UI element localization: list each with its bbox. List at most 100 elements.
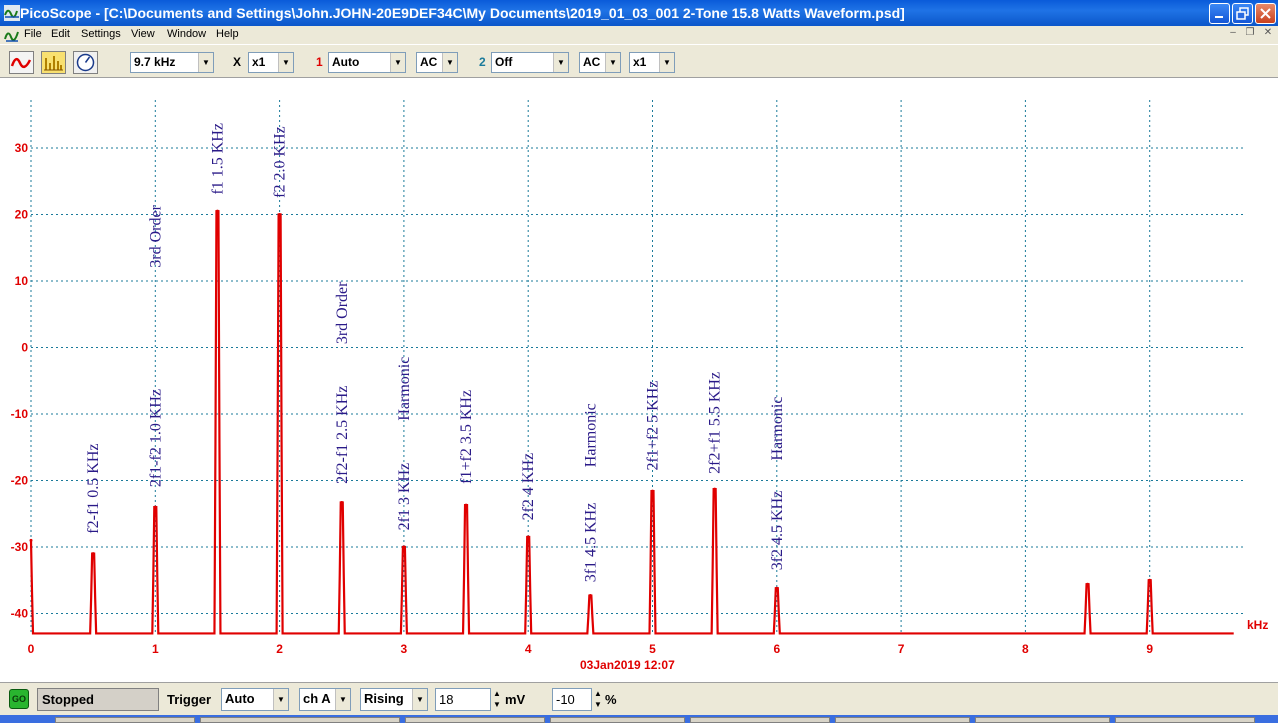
channel2-multiplier-select[interactable]: x1 ▼ — [629, 52, 675, 73]
spectrum-peak — [775, 586, 779, 590]
mdi-restore-icon[interactable]: ❐ — [1243, 27, 1257, 41]
status-text: Stopped — [42, 692, 94, 707]
taskbar-button[interactable] — [975, 717, 1110, 723]
peak-annotation: 3f2 4.5 KHz — [769, 491, 786, 571]
spectrum-peak — [153, 505, 157, 509]
spectrum-mode-button[interactable] — [41, 51, 66, 74]
spectrum-peak — [215, 209, 219, 213]
spectrum-peak — [526, 535, 530, 539]
restore-button[interactable] — [1232, 3, 1253, 24]
pretrigger-value: -10 — [556, 692, 575, 707]
chevron-down-icon[interactable]: ▼ — [412, 689, 427, 710]
spectrum-peak — [402, 545, 406, 549]
channel2-multiplier-value: x1 — [633, 55, 647, 69]
spectrum-peak — [713, 487, 717, 491]
taskbar-button[interactable] — [55, 717, 195, 723]
taskbar-button[interactable] — [200, 717, 400, 723]
pretrigger-input[interactable]: -10 — [552, 688, 592, 711]
taskbar-button[interactable] — [405, 717, 545, 723]
taskbar-button[interactable] — [550, 717, 685, 723]
capture-timestamp: 03Jan2019 12:07 — [580, 658, 675, 672]
menu-help[interactable]: Help — [216, 28, 239, 40]
x-tick-label: 6 — [773, 642, 780, 656]
spectrum-peak — [29, 538, 33, 542]
go-button[interactable]: GO — [9, 689, 29, 709]
menu-settings[interactable]: Settings — [81, 28, 121, 40]
channel2-range-value: Off — [495, 55, 513, 69]
channel1-label: 1 — [316, 55, 323, 69]
document-waveform-icon[interactable] — [4, 27, 20, 43]
menu-edit[interactable]: Edit — [51, 28, 70, 40]
y-tick-label: -20 — [11, 474, 29, 488]
channel1-coupling-select[interactable]: AC ▼ — [416, 52, 458, 73]
trigger-channel-select[interactable]: ch A ▼ — [299, 688, 351, 711]
trigger-edge-select[interactable]: Rising ▼ — [360, 688, 428, 711]
span-select[interactable]: 9.7 kHz ▼ — [130, 52, 214, 73]
peak-annotation: 3rd Order — [334, 281, 351, 344]
window-title: PicoScope - [C:\Documents and Settings\J… — [20, 5, 905, 21]
spin-up-icon[interactable]: ▲ — [492, 688, 502, 699]
chevron-down-icon[interactable]: ▼ — [198, 53, 213, 72]
y-tick-label: 20 — [15, 208, 29, 222]
chevron-down-icon[interactable]: ▼ — [605, 53, 620, 72]
scope-mode-button[interactable] — [9, 51, 34, 74]
chevron-down-icon[interactable]: ▼ — [659, 53, 674, 72]
picoscope-app-icon[interactable] — [4, 5, 20, 21]
peak-annotation: 2f1-f2 1.0 KHz — [147, 389, 164, 487]
menu-file[interactable]: File — [24, 28, 42, 40]
x-tick-label: 8 — [1022, 642, 1029, 656]
chevron-down-icon[interactable]: ▼ — [335, 689, 350, 710]
spin-up-icon[interactable]: ▲ — [593, 688, 603, 699]
y-tick-label: 30 — [15, 141, 29, 155]
scope-wave-icon — [10, 52, 33, 73]
taskbar-button[interactable] — [835, 717, 970, 723]
channel2-coupling-value: AC — [583, 55, 601, 69]
chevron-down-icon[interactable]: ▼ — [278, 53, 293, 72]
trigger-mode-select[interactable]: Auto ▼ — [221, 688, 289, 711]
x-tick-label: 3 — [401, 642, 408, 656]
chevron-down-icon[interactable]: ▼ — [442, 53, 457, 72]
channel1-coupling-value: AC — [420, 55, 438, 69]
close-button[interactable] — [1255, 3, 1276, 24]
x-multiplier-label: X — [233, 55, 242, 69]
minimize-icon — [1215, 16, 1223, 18]
peak-annotation: 2f2 4 KHz — [520, 453, 537, 521]
close-icon — [1260, 8, 1271, 19]
menu-view[interactable]: View — [131, 28, 155, 40]
y-tick-label: 10 — [15, 274, 29, 288]
chevron-down-icon[interactable]: ▼ — [553, 53, 568, 72]
peak-annotation: 2f2+f1 5.5 KHz — [707, 372, 724, 474]
mdi-close-icon[interactable]: ✕ — [1261, 27, 1275, 41]
spin-down-icon[interactable]: ▼ — [593, 699, 603, 710]
peak-annotation: Harmonic — [396, 357, 413, 421]
chevron-down-icon[interactable]: ▼ — [273, 689, 288, 710]
channel2-range-select[interactable]: Off ▼ — [491, 52, 569, 73]
trigger-level-spinner[interactable]: ▲ ▼ — [492, 688, 502, 711]
meter-mode-button[interactable] — [73, 51, 98, 74]
peak-annotation: 2f1 3 KHz — [396, 463, 413, 531]
trigger-channel-value: ch A — [303, 691, 331, 706]
minimize-button[interactable] — [1209, 3, 1230, 24]
channel2-coupling-select[interactable]: AC ▼ — [579, 52, 621, 73]
peak-annotation: f2 2.0 KHz — [272, 126, 289, 198]
spectrum-peak — [1086, 582, 1090, 586]
x-multiplier-select[interactable]: x1 ▼ — [248, 52, 294, 73]
toolbar: 9.7 kHz ▼ X x1 ▼ 1 Auto ▼ AC ▼ 2 Off ▼ A… — [0, 44, 1278, 78]
menu-window[interactable]: Window — [167, 28, 206, 40]
chevron-down-icon[interactable]: ▼ — [390, 53, 405, 72]
span-value: 9.7 kHz — [134, 55, 176, 69]
taskbar-button[interactable] — [690, 717, 830, 723]
trigger-level-value: 18 — [439, 692, 454, 707]
pretrigger-spinner[interactable]: ▲ ▼ — [593, 688, 603, 711]
x-multiplier-value: x1 — [252, 55, 266, 69]
mdi-minimize-icon[interactable]: – — [1226, 27, 1240, 41]
channel1-range-select[interactable]: Auto ▼ — [328, 52, 406, 73]
x-tick-label: 7 — [898, 642, 905, 656]
x-tick-label: 9 — [1146, 642, 1153, 656]
spectrum-plot[interactable]: 30 20 10 0 -10 -20 -30 -40 0 1 2 3 4 5 6 7 8 9 f2-f1 0.5… — [0, 78, 1278, 682]
spectrum-peak — [340, 500, 344, 504]
y-tick-label: -40 — [11, 607, 29, 621]
trigger-level-input[interactable]: 18 — [435, 688, 491, 711]
taskbar-button[interactable] — [1115, 717, 1255, 723]
spin-down-icon[interactable]: ▼ — [492, 699, 502, 710]
